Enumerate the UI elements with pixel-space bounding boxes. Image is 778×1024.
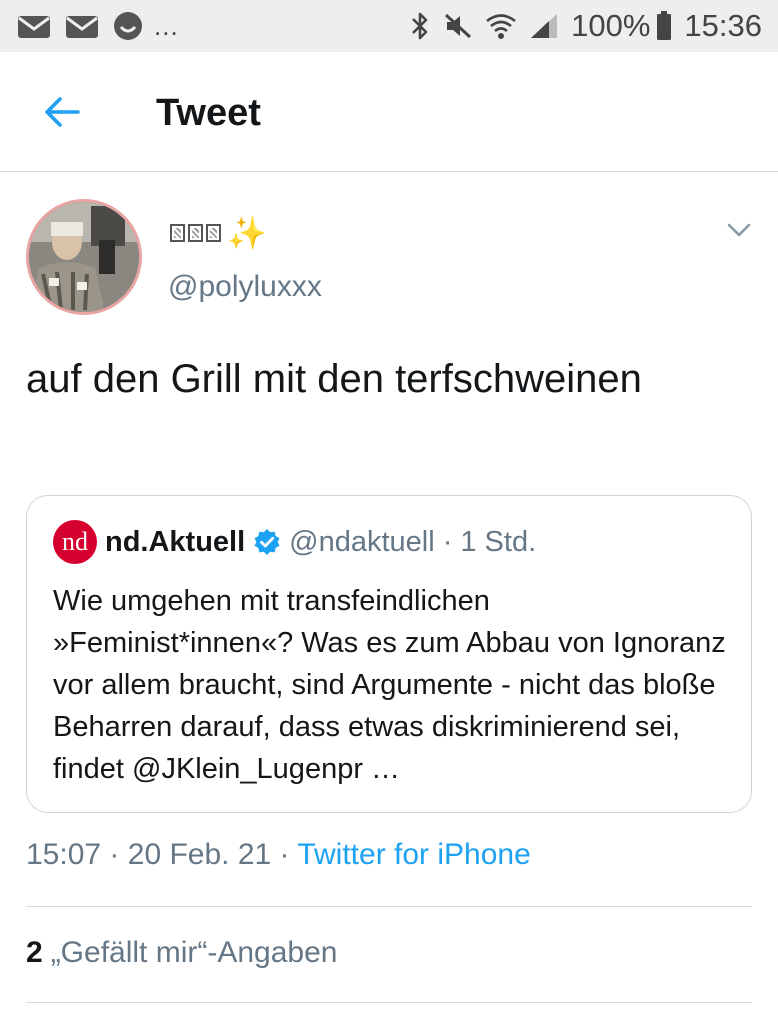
signal-icon: [531, 14, 558, 38]
more-options-button[interactable]: [726, 220, 752, 240]
likes-count-link[interactable]: 2 „Gefällt mir“-Angaben: [26, 936, 337, 970]
display-name[interactable]: ✨: [170, 214, 267, 252]
separator-dot: ·: [442, 525, 453, 558]
more-notifications: ...: [154, 10, 179, 41]
arrow-left-icon: [45, 97, 80, 127]
app-bar: Tweet: [0, 52, 778, 172]
mute-icon: [445, 13, 472, 39]
status-bar-left: ...: [16, 10, 179, 42]
avatar[interactable]: [26, 199, 142, 315]
quoted-tweet-header: nd nd.Aktuell @ndaktuell · 1 Std.: [53, 520, 536, 564]
quoted-tweet[interactable]: nd nd.Aktuell @ndaktuell · 1 Std. Wie um…: [26, 495, 752, 813]
likes-label: „Gefällt mir“-Angaben: [50, 936, 338, 969]
source-link[interactable]: Twitter for iPhone: [297, 838, 530, 871]
separator-dot: ·: [279, 838, 290, 871]
gmail-icon: [18, 16, 50, 38]
divider: [26, 1002, 752, 1003]
battery-percent: 100%: [571, 8, 651, 43]
bluetooth-icon: [412, 12, 428, 40]
divider: [26, 906, 752, 907]
avatar-photo: [29, 202, 139, 312]
battery-icon: [657, 11, 672, 40]
sparkles-emoji: ✨: [227, 215, 267, 251]
tweet-date: 20 Feb. 21: [127, 838, 272, 871]
unrendered-name-glyphs: [170, 224, 221, 242]
separator-dot: ·: [109, 838, 120, 871]
likes-count: 2: [26, 936, 43, 969]
quoted-handle: @ndaktuell: [289, 525, 435, 558]
tweet-time: 15:07: [26, 838, 102, 871]
page-title: Tweet: [156, 92, 261, 134]
gmail-icon: [66, 16, 98, 38]
clock: 15:36: [684, 8, 762, 43]
wifi-icon: [486, 14, 516, 39]
quoted-tweet-text: Wie umgehen mit transfeindlichen »Femini…: [53, 585, 726, 785]
messenger-icon: [114, 12, 142, 40]
user-handle[interactable]: @polyluxxx: [168, 270, 322, 304]
quoted-display-name: nd.Aktuell: [105, 525, 246, 558]
status-bar-right: 100% 15:36: [409, 8, 762, 44]
tweet-text: auf den Grill mit den terfschweinen: [26, 357, 642, 401]
back-button[interactable]: [40, 92, 84, 132]
tweet-meta: 15:07 · 20 Feb. 21 · Twitter for iPhone: [26, 838, 531, 872]
verified-badge-icon: [253, 528, 281, 556]
quoted-time: 1 Std.: [460, 525, 537, 558]
nd-logo: nd: [53, 520, 97, 564]
status-bar: ... 100% 15:36: [0, 0, 778, 52]
chevron-down-icon: [727, 223, 751, 237]
